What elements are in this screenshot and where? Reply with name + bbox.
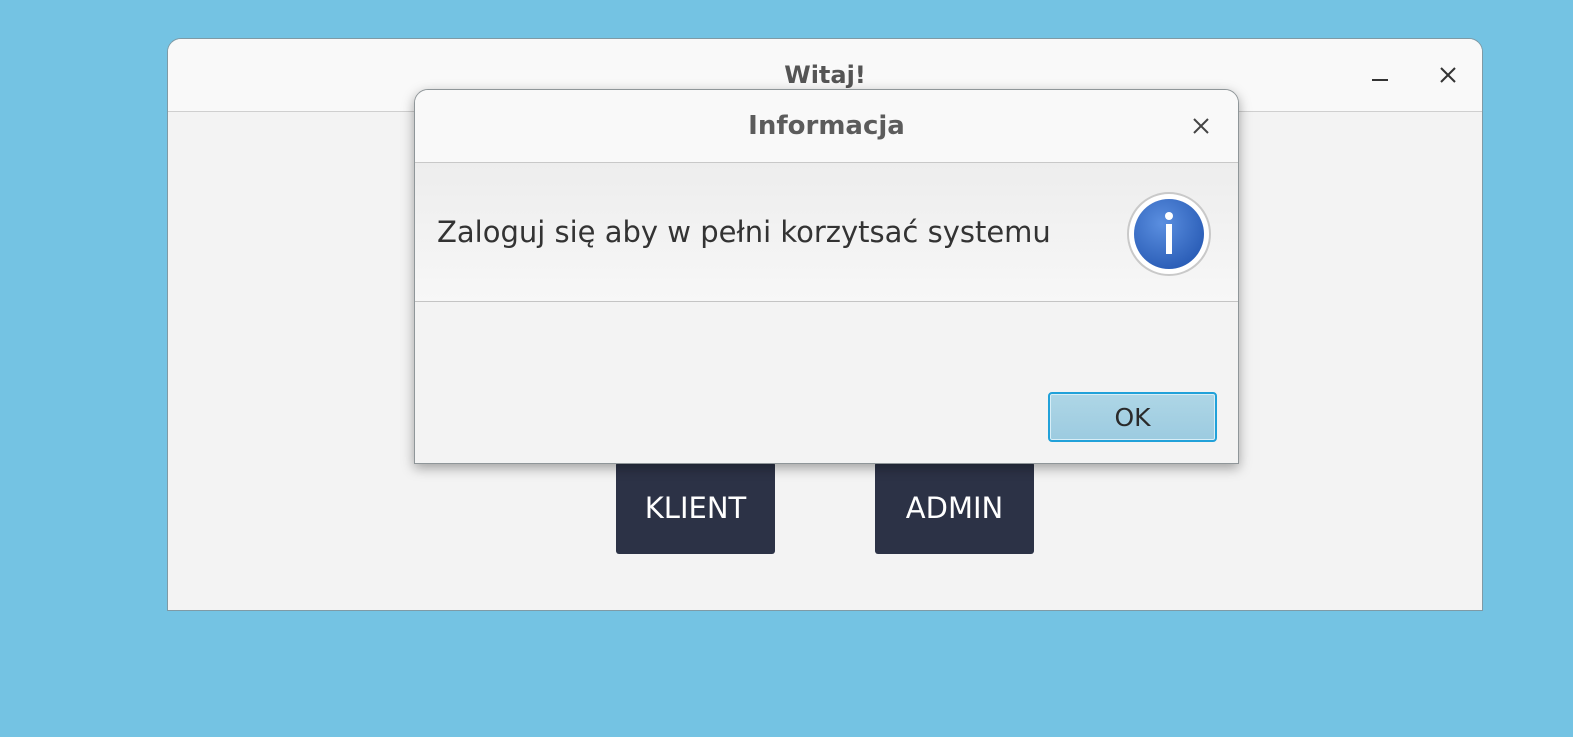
desktop: Witaj! KLIENT ADMIN Informacja Zaloguj s… <box>0 0 1573 737</box>
dialog-header-area: Zaloguj się aby w pełni korzytsać system… <box>415 163 1238 302</box>
ok-button[interactable]: OK <box>1048 392 1217 442</box>
admin-button[interactable]: ADMIN <box>875 462 1034 554</box>
info-dialog: Informacja Zaloguj się aby w pełni korzy… <box>414 89 1239 464</box>
klient-button[interactable]: KLIENT <box>616 462 775 554</box>
dialog-title: Informacja <box>748 111 905 141</box>
minimize-icon <box>1372 79 1388 81</box>
info-icon <box>1127 192 1211 276</box>
minimize-button[interactable] <box>1362 57 1398 93</box>
dialog-message: Zaloguj się aby w pełni korzytsać system… <box>437 215 1051 249</box>
close-icon <box>1193 118 1209 134</box>
main-window-title: Witaj! <box>784 61 866 89</box>
main-close-button[interactable] <box>1430 57 1466 93</box>
dialog-close-button[interactable] <box>1183 108 1219 144</box>
close-icon <box>1440 67 1456 83</box>
dialog-titlebar: Informacja <box>415 90 1238 163</box>
